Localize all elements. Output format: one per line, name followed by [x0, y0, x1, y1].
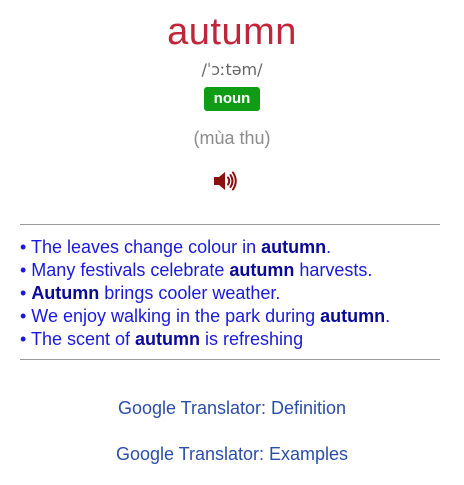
speaker-icon-graphic [214, 171, 237, 191]
part-of-speech-badge: noun [203, 87, 261, 111]
speaker-icon[interactable] [212, 169, 238, 193]
example-sentence: • Autumn brings cooler weather. [20, 283, 281, 303]
definition-link[interactable]: Google Translator: Definition [0, 396, 464, 420]
examples-link[interactable]: Google Translator: Examples [0, 442, 464, 466]
divider-bottom [20, 359, 440, 360]
headword: autumn [167, 11, 297, 53]
pronunciation: /ˈɔːtəm/ [201, 60, 263, 79]
dictionary-card: autumn /ˈɔːtəm/ noun (mùa thu) • The lea… [0, 0, 464, 485]
part-of-speech-row: noun [0, 87, 464, 111]
divider-top [20, 224, 440, 225]
example-sentences: • The leaves change colour in autumn. • … [20, 236, 450, 351]
translation: (mùa thu) [193, 128, 271, 148]
example-sentence: • The leaves change colour in autumn. [20, 237, 332, 257]
example-sentence: • Many festivals celebrate autumn harves… [20, 260, 373, 280]
example-sentence: • The scent of autumn is refreshing [20, 329, 304, 349]
example-sentence: • We enjoy walking in the park during au… [20, 306, 391, 326]
